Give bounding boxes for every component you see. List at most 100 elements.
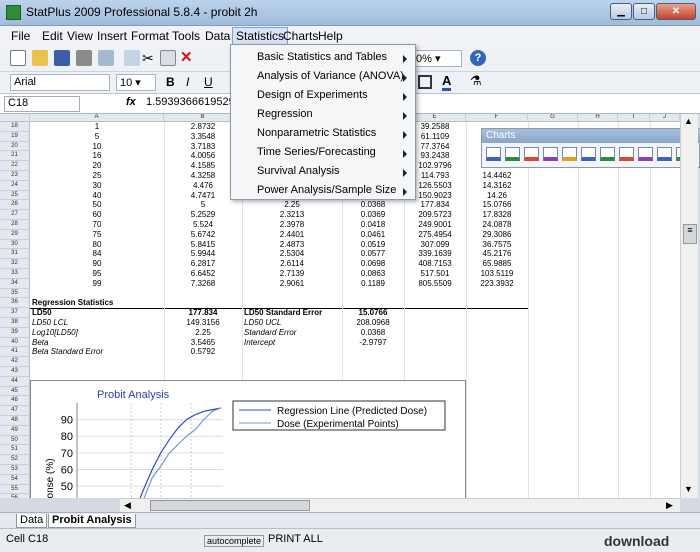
cell-d[interactable]: 0.0577	[342, 249, 404, 259]
cell-d[interactable]: 0.1189	[342, 279, 404, 289]
cell-b[interactable]: 5.2529	[164, 210, 242, 220]
horizontal-scrollbar[interactable]: ◀ ▶	[120, 498, 680, 512]
cell-a[interactable]: Beta Standard Error	[30, 347, 164, 357]
delete-icon[interactable]: ✕	[180, 48, 193, 66]
cell-b[interactable]: 3.5465	[164, 338, 242, 348]
cell-a[interactable]: LD50 LCL	[30, 318, 164, 328]
statistics-menu-item-1[interactable]: Analysis of Variance (ANOVA)	[257, 70, 404, 82]
row-header[interactable]: 52	[0, 455, 30, 465]
statistics-menu-item-2[interactable]: Design of Experiments	[257, 89, 368, 101]
copy-icon[interactable]	[160, 50, 176, 66]
menu-statistics[interactable]: Statistics	[232, 27, 289, 45]
row-header[interactable]: 21	[0, 151, 30, 162]
chart-type-icon-4[interactable]	[562, 147, 577, 161]
cell-d[interactable]: 208.0968	[342, 318, 404, 328]
chart-type-icon-6[interactable]	[600, 147, 615, 161]
row-header[interactable]: 23	[0, 171, 30, 181]
cell-b[interactable]: 6.6452	[164, 269, 242, 279]
row-header[interactable]: 51	[0, 445, 30, 456]
cell-b[interactable]: 5	[164, 200, 242, 210]
autocomplete-indicator[interactable]: autocomplete	[204, 535, 265, 547]
font-size-select[interactable]: 10 ▾	[116, 74, 156, 91]
cell-a[interactable]: 70	[30, 220, 164, 230]
row-header[interactable]: 33	[0, 269, 30, 279]
cell-c[interactable]: 2.4401	[242, 230, 342, 240]
cell-a[interactable]: 10	[30, 142, 164, 152]
chart-type-icon-1[interactable]	[505, 147, 520, 161]
row-header[interactable]: 54	[0, 474, 30, 485]
cell-e[interactable]: 517.501	[404, 269, 466, 279]
row-header[interactable]: 50	[0, 435, 30, 446]
cell-a[interactable]: 1	[30, 122, 164, 132]
menu-file[interactable]: File	[11, 29, 30, 43]
chart-type-icon-0[interactable]	[486, 147, 501, 161]
row-header[interactable]: 44	[0, 376, 30, 387]
cell-d[interactable]: 0.0418	[342, 220, 404, 230]
tab-probit-analysis[interactable]: Probit Analysis	[48, 514, 136, 528]
cell-a[interactable]: 95	[30, 269, 164, 279]
cell-f[interactable]: 14.3162	[466, 181, 528, 191]
cell-e[interactable]: 307.099	[404, 240, 466, 250]
maximize-button[interactable]: □	[633, 3, 655, 20]
cell-a[interactable]: 20	[30, 161, 164, 171]
cell-f[interactable]: 14.26	[466, 191, 528, 201]
row-header[interactable]: 22	[0, 161, 30, 171]
cell-f[interactable]: 45.2176	[466, 249, 528, 259]
cell-d[interactable]: 15.0766	[342, 308, 404, 318]
menu-insert[interactable]: Insert	[97, 29, 127, 43]
cell-c[interactable]: 2.7139	[242, 269, 342, 279]
cell-c[interactable]: 2.5304	[242, 249, 342, 259]
regression-heading[interactable]: Regression Statistics	[32, 298, 162, 308]
menu-help[interactable]: Help	[318, 29, 343, 43]
cell-d[interactable]: 0.0369	[342, 210, 404, 220]
row-header[interactable]: 46	[0, 396, 30, 407]
row-header[interactable]: 35	[0, 288, 30, 299]
chart-type-icon-7[interactable]	[619, 147, 634, 161]
cell-a[interactable]: 60	[30, 210, 164, 220]
cell-f[interactable]: 17.8328	[466, 210, 528, 220]
statistics-menu-item-0[interactable]: Basic Statistics and Tables	[257, 51, 387, 63]
statistics-menu-item-4[interactable]: Nonparametric Statistics	[257, 127, 376, 139]
cell-c[interactable]: 2.4873	[242, 240, 342, 250]
chart-type-icon-8[interactable]	[638, 147, 653, 161]
cell-f[interactable]: 15.0766	[466, 200, 528, 210]
row-header[interactable]: 47	[0, 406, 30, 416]
row-header[interactable]: 43	[0, 367, 30, 377]
row-header[interactable]: 24	[0, 180, 30, 191]
cell-d[interactable]: 0.0461	[342, 230, 404, 240]
cell-a[interactable]: 99	[30, 279, 164, 289]
cell-d[interactable]: -2.9797	[342, 338, 404, 348]
statistics-menu-item-3[interactable]: Regression	[257, 108, 313, 120]
statistics-menu-item-7[interactable]: Power Analysis/Sample Size	[257, 184, 396, 196]
new-icon[interactable]	[10, 50, 26, 66]
cell-b[interactable]: 5.6742	[164, 230, 242, 240]
statistics-menu-item-6[interactable]: Survival Analysis	[257, 165, 340, 177]
cell-e[interactable]: 805.5509	[404, 279, 466, 289]
cell-e[interactable]: 408.7153	[404, 259, 466, 269]
cell-f[interactable]: 36.7575	[466, 240, 528, 250]
row-header[interactable]: 20	[0, 141, 30, 152]
cell-a[interactable]: 50	[30, 200, 164, 210]
cell-a[interactable]: 80	[30, 240, 164, 250]
fill-color-icon[interactable]: ⚗	[470, 73, 482, 89]
cell-b[interactable]: 5.8415	[164, 240, 242, 250]
cell-e[interactable]: 339.1639	[404, 249, 466, 259]
chart-type-icon-3[interactable]	[543, 147, 558, 161]
cell-c[interactable]: 2.9061	[242, 279, 342, 289]
cell-d[interactable]: 0.0698	[342, 259, 404, 269]
cell-a[interactable]: Beta	[30, 338, 164, 348]
minimize-button[interactable]: ▁	[610, 3, 632, 20]
row-header[interactable]: 45	[0, 386, 30, 397]
cell-a[interactable]: 84	[30, 249, 164, 259]
help-icon[interactable]: ?	[470, 50, 486, 66]
menu-edit[interactable]: Edit	[42, 29, 63, 43]
underline-icon[interactable]: U	[204, 75, 213, 89]
cell-a[interactable]: 5	[30, 132, 164, 142]
cell-b[interactable]: 177.834	[164, 308, 242, 318]
cell-d[interactable]	[342, 347, 404, 357]
scroll-thumb[interactable]: ≡	[683, 224, 697, 244]
scroll-down-icon[interactable]: ▼	[684, 484, 693, 494]
col-header-h[interactable]: H	[578, 114, 618, 122]
col-header-j[interactable]: J	[650, 114, 680, 122]
row-header[interactable]: 34	[0, 278, 30, 289]
